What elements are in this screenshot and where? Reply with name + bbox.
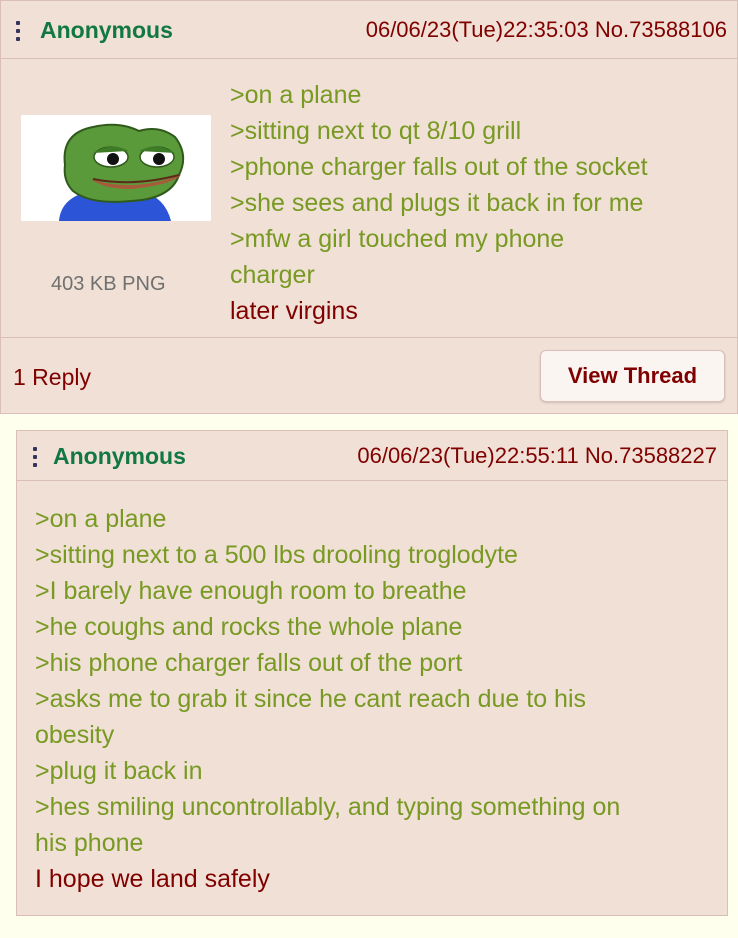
poster-name: Anonymous xyxy=(53,443,186,469)
message-line: I hope we land safely xyxy=(35,865,270,893)
post-body: 403 KB PNG >on a plane >sitting next to … xyxy=(1,59,737,339)
greentext-line: obesity xyxy=(35,721,115,749)
greentext-line: >sitting next to a 500 lbs drooling trog… xyxy=(35,541,518,569)
greentext-line: >plug it back in xyxy=(35,757,203,785)
greentext-line: >I barely have enough room to breathe xyxy=(35,577,467,605)
pepe-frog-thumbnail[interactable] xyxy=(21,115,211,221)
view-thread-button[interactable]: View Thread xyxy=(540,350,725,402)
post-info: 06/06/23(Tue)22:35:03 No.73588106 xyxy=(366,17,727,43)
post-message: >on a plane >sitting next to qt 8/10 gri… xyxy=(230,77,730,329)
greentext-line: >on a plane xyxy=(230,81,362,109)
post-menu-icon[interactable] xyxy=(16,21,20,41)
greentext-line: >mfw a girl touched my phone xyxy=(230,225,565,253)
reply-count[interactable]: 1 Reply xyxy=(13,364,91,391)
greentext-line: >asks me to grab it since he cant reach … xyxy=(35,685,587,713)
greentext-line: >phone charger falls out of the socket xyxy=(230,153,648,181)
greentext-line: >sitting next to qt 8/10 grill xyxy=(230,117,522,145)
message-line: later virgins xyxy=(230,297,358,325)
greentext-line: >hes smiling uncontrollably, and typing … xyxy=(35,793,621,821)
greentext-line: charger xyxy=(230,261,315,289)
post-message: >on a plane >sitting next to a 500 lbs d… xyxy=(35,501,725,897)
file-info: 403 KB PNG xyxy=(51,273,166,295)
post-footer: 1 Reply View Thread xyxy=(1,337,737,413)
greentext-line: >she sees and plugs it back in for me xyxy=(230,189,644,217)
greentext-line: >he coughs and rocks the whole plane xyxy=(35,613,463,641)
post-info: 06/06/23(Tue)22:55:11 No.73588227 xyxy=(357,443,717,469)
post-header: Anonymous 06/06/23(Tue)22:35:03 No.73588… xyxy=(1,1,737,59)
post-menu-icon[interactable] xyxy=(33,447,37,467)
poster-name: Anonymous xyxy=(40,17,173,43)
post-number[interactable]: No.73588227 xyxy=(585,443,717,468)
post-body: >on a plane >sitting next to a 500 lbs d… xyxy=(17,481,727,915)
post-header: Anonymous 06/06/23(Tue)22:55:11 No.73588… xyxy=(17,431,727,481)
reply-post: Anonymous 06/06/23(Tue)22:55:11 No.73588… xyxy=(16,430,728,916)
post-date: 06/06/23(Tue)22:55:11 xyxy=(357,443,579,468)
post-date: 06/06/23(Tue)22:35:03 xyxy=(365,17,589,42)
greentext-line: >on a plane xyxy=(35,505,167,533)
post-number[interactable]: No.73588106 xyxy=(595,17,727,42)
op-post: Anonymous 06/06/23(Tue)22:35:03 No.73588… xyxy=(0,0,738,414)
greentext-line: his phone xyxy=(35,829,144,857)
greentext-line: >his phone charger falls out of the port xyxy=(35,649,463,677)
